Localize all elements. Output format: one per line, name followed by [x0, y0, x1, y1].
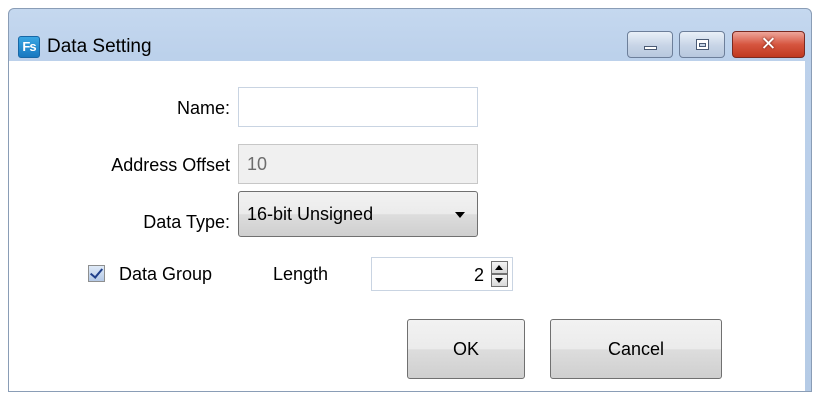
address-offset-field: 10: [238, 144, 478, 184]
title-bar[interactable]: Fs Data Setting ✕: [9, 9, 811, 61]
address-offset-label: Address Offset: [111, 155, 230, 175]
length-label: Length: [273, 264, 329, 284]
data-setting-dialog: Fs Data Setting ✕ Name: Address Offset 1…: [8, 8, 812, 392]
data-group-checkbox[interactable]: [88, 265, 105, 282]
spin-down-icon[interactable]: [491, 274, 508, 287]
cancel-button[interactable]: Cancel: [550, 319, 722, 379]
data-group-label[interactable]: Data Group: [119, 263, 212, 285]
minimize-button[interactable]: [627, 31, 673, 58]
data-type-value: 16-bit Unsigned: [247, 204, 374, 224]
length-value: 2: [473, 265, 484, 285]
name-label: Name:: [176, 98, 230, 118]
close-icon: ✕: [760, 34, 777, 55]
maximize-icon: [696, 39, 709, 50]
app-icon: Fs: [18, 36, 40, 58]
ok-button[interactable]: OK: [407, 319, 525, 379]
close-button[interactable]: ✕: [732, 31, 805, 58]
dialog-body: Name: Address Offset 10 Data Type: 16-bi…: [9, 61, 805, 391]
length-stepper[interactable]: 2: [371, 257, 513, 291]
maximize-button[interactable]: [679, 31, 725, 58]
chevron-down-icon: [455, 212, 465, 218]
data-type-label: Data Type:: [143, 212, 230, 232]
data-type-select[interactable]: 16-bit Unsigned: [238, 191, 478, 237]
spin-up-icon[interactable]: [491, 261, 508, 274]
minimize-icon: [644, 46, 657, 50]
name-input[interactable]: [238, 87, 478, 127]
window-title: Data Setting: [47, 36, 152, 57]
